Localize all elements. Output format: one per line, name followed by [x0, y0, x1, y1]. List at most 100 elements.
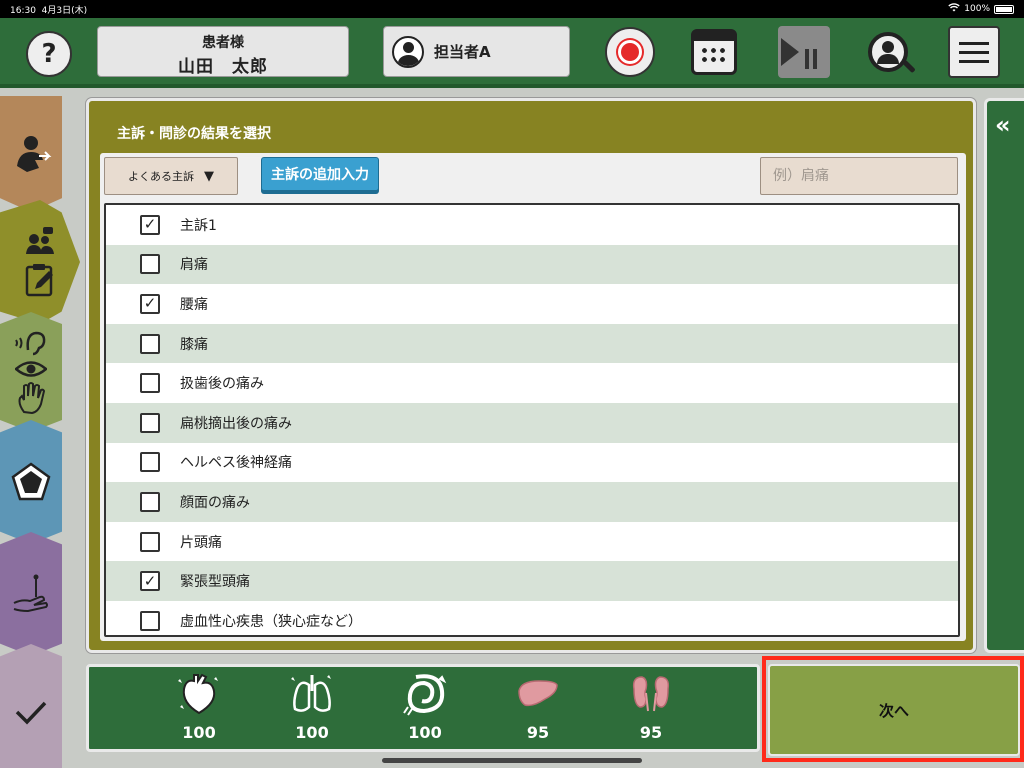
complaint-text-input[interactable] [760, 157, 958, 195]
complaint-label: 扱歯後の痛み [180, 376, 264, 393]
user-search-icon [868, 32, 908, 72]
sun-icon [621, 43, 639, 61]
search-patient-button[interactable] [862, 26, 916, 78]
lungs-organ-icon [291, 675, 331, 712]
patient-transfer-icon [17, 136, 52, 172]
complaint-row[interactable]: 虚血性心疾患（狭心症など） [106, 601, 958, 635]
help-button[interactable]: ? [26, 31, 72, 77]
ear-icon [15, 331, 46, 356]
liver-organ-icon [518, 680, 558, 707]
complaint-label: 肩痛 [180, 257, 208, 274]
complaint-checkbox[interactable] [140, 373, 160, 394]
home-indicator[interactable] [382, 758, 642, 763]
hamburger-line [959, 41, 989, 45]
status-right: 100% [948, 3, 1014, 15]
nav-step-senses[interactable] [0, 312, 62, 432]
acupuncture-hand-icon [13, 574, 48, 613]
play-icon [781, 38, 799, 66]
common-complaints-dropdown[interactable]: よくある主訴 ▼ [104, 157, 238, 195]
complaint-label: 主訴1 [180, 217, 217, 234]
menu-button[interactable] [948, 26, 1000, 78]
nav-step-patient-transfer[interactable] [0, 96, 62, 212]
status-time-date: 16:30 4月3日(木) [10, 3, 87, 16]
staff-name: 担当者A [434, 43, 491, 61]
complaint-row[interactable]: 片頭痛 [106, 522, 958, 562]
status-date: 4月3日(木) [41, 5, 88, 16]
complaint-checkbox[interactable]: ✓ [140, 293, 160, 314]
expand-panel-icon[interactable]: « [995, 111, 1011, 139]
complaint-row[interactable]: ヘルペス後神経痛 [106, 443, 958, 483]
hamburger-line [959, 50, 989, 54]
eye-icon [15, 361, 47, 377]
complaint-row[interactable]: 扁桃摘出後の痛み [106, 402, 958, 443]
complaint-label: 膝痛 [180, 336, 208, 353]
complaint-label: 片頭痛 [180, 534, 222, 551]
staff-button[interactable]: 担当者A [383, 26, 570, 77]
vital-lungs[interactable]: 100 [272, 671, 352, 742]
complaint-row[interactable]: ✓ 腰痛 [106, 284, 958, 324]
chief-complaint-panel: 主訴・問診の結果を選択 よくある主訴 ▼ 主訴の追加入力 ✓ 主訴1 肩痛 ✓ 腰痛膝痛… [86, 98, 976, 653]
complaint-label: ヘルペス後神経痛 [180, 455, 292, 472]
complaint-checkbox[interactable] [140, 610, 160, 631]
nav-step-interview[interactable] [0, 200, 80, 324]
play-pause-button[interactable] [778, 26, 830, 78]
help-label: ? [41, 39, 57, 69]
complaint-checkbox[interactable]: ✓ [140, 571, 160, 592]
complaint-row[interactable]: 顔面の痛み [106, 482, 958, 522]
vital-heart[interactable]: 100 [159, 671, 239, 742]
status-time: 16:30 [10, 5, 36, 16]
complaint-list: ✓ 主訴1 肩痛 ✓ 腰痛膝痛扱歯後の痛み扁桃摘出後の痛みヘルペス後神経痛顔面の痛み片頭… [104, 203, 960, 637]
panel-title: 主訴・問診の結果を選択 [117, 126, 271, 142]
complaint-checkbox[interactable] [140, 254, 160, 275]
complaint-row[interactable]: ✓ 緊張型頭痛 [106, 561, 958, 601]
vital-intestine-value: 100 [408, 723, 442, 742]
patient-info-button[interactable]: 患者様 山田 太郎 [97, 26, 349, 77]
vital-kidneys-value: 95 [639, 723, 663, 742]
complaint-checkbox[interactable] [140, 491, 160, 512]
vital-lungs-value: 100 [295, 723, 329, 742]
wifi-icon [948, 3, 960, 15]
organ-status-bar: 100 100 100 95 95 [86, 664, 760, 752]
vital-heart-value: 100 [182, 723, 216, 742]
checkmark-icon [15, 701, 47, 725]
add-complaint-button[interactable]: 主訴の追加入力 [261, 157, 379, 191]
vital-intestine[interactable]: 100 [385, 671, 465, 742]
complaint-checkbox[interactable] [140, 333, 160, 354]
hamburger-line [959, 59, 989, 63]
patient-name: 山田 太郎 [178, 57, 268, 77]
vital-kidneys[interactable]: 95 [611, 671, 691, 742]
clipboard-edit-icon [25, 264, 53, 297]
next-button[interactable]: 次へ [768, 664, 1020, 756]
intestine-organ-icon [403, 674, 447, 716]
panel-inner: よくある主訴 ▼ 主訴の追加入力 ✓ 主訴1 肩痛 ✓ 腰痛膝痛扱歯後の痛み扁桃摘出後の… [100, 153, 966, 641]
right-side-panel: « [984, 98, 1024, 653]
complaint-label: 腰痛 [180, 296, 208, 313]
calendar-icon [691, 29, 737, 75]
app-header: ? 患者様 山田 太郎 担当者A [0, 18, 1024, 88]
patient-label: 患者様 [202, 35, 244, 51]
complaint-label: 虚血性心疾患（狭心症など） [180, 613, 362, 630]
status-bar: 16:30 4月3日(木) 100% [0, 0, 1024, 18]
pentagon-chart-icon [11, 462, 51, 501]
complaint-row[interactable]: 扱歯後の痛み [106, 363, 958, 403]
complaint-row[interactable]: 膝痛 [106, 323, 958, 364]
avatar-icon [392, 35, 424, 68]
vital-liver[interactable]: 95 [498, 671, 578, 742]
complaint-checkbox[interactable] [140, 531, 160, 552]
nav-step-assessment[interactable] [0, 420, 62, 544]
complaint-checkbox[interactable]: ✓ [140, 214, 160, 235]
complaint-checkbox[interactable] [140, 412, 160, 433]
nav-step-complete[interactable] [0, 644, 62, 768]
pause-icon [805, 49, 817, 69]
hand-icon [18, 382, 46, 414]
kidneys-organ-icon [632, 676, 670, 712]
alert-sun-button[interactable] [605, 27, 655, 77]
heart-organ-icon [178, 673, 218, 715]
vital-liver-value: 95 [526, 723, 550, 742]
complaint-checkbox[interactable] [140, 452, 160, 473]
nav-step-treatment[interactable] [0, 532, 62, 656]
calendar-button[interactable] [688, 26, 740, 78]
complaint-row[interactable]: ✓ 主訴1 [106, 205, 958, 245]
dropdown-arrow-icon: ▼ [204, 168, 214, 184]
complaint-row[interactable]: 肩痛 [106, 244, 958, 285]
